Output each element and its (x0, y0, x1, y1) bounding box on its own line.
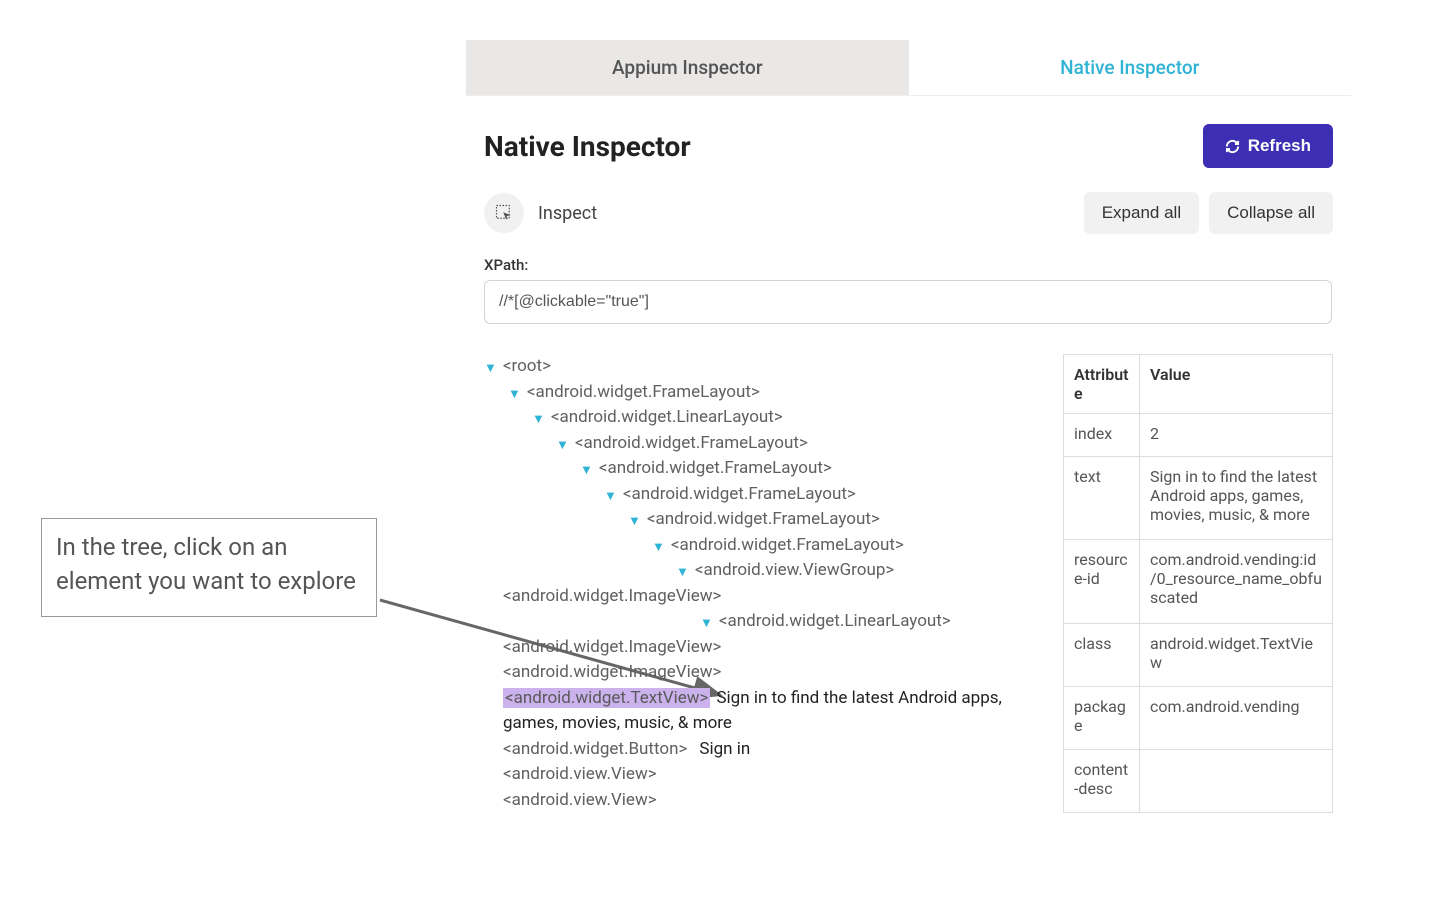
attr-key: index (1064, 414, 1140, 457)
attr-key: resource-id (1064, 540, 1140, 623)
chevron-down-icon: ▼ (628, 512, 641, 532)
inspect-label: Inspect (538, 203, 597, 224)
tree-node[interactable]: <android.view.View> (503, 762, 1023, 788)
tree-node[interactable]: ▼<android.view.ViewGroup> (676, 558, 1023, 584)
page-title: Native Inspector (484, 130, 691, 163)
xpath-input[interactable] (484, 280, 1332, 324)
button-label: Expand all (1102, 203, 1181, 222)
attr-key: content-desc (1064, 749, 1140, 812)
tree-node[interactable]: <android.widget.Button>Sign in (503, 737, 1023, 763)
chevron-down-icon: ▼ (580, 461, 593, 481)
tree-node-selected[interactable]: <android.widget.TextView>Sign in to find… (503, 686, 1023, 737)
xpath-label: XPath: (484, 256, 1333, 274)
attr-key: class (1064, 623, 1140, 686)
inspector-tabs: Appium Inspector Native Inspector (466, 40, 1351, 96)
inspect-button[interactable] (484, 193, 524, 233)
chevron-down-icon: ▼ (700, 614, 713, 634)
attr-value: 2 (1140, 414, 1333, 457)
attr-header-value: Value (1140, 355, 1333, 414)
attr-value: Sign in to find the latest Android apps,… (1140, 456, 1333, 539)
attr-header-key: Attribute (1064, 355, 1140, 414)
tree-node[interactable]: ▼<android.widget.FrameLayout> (628, 507, 1023, 533)
tree-node[interactable]: ▼<android.widget.FrameLayout> (604, 482, 1023, 508)
chevron-down-icon: ▼ (532, 410, 545, 430)
table-row[interactable]: content-desc (1064, 749, 1333, 812)
tab-label: Appium Inspector (612, 56, 763, 79)
tab-native-inspector[interactable]: Native Inspector (909, 40, 1352, 95)
tree-node-root[interactable]: ▼<root> (484, 354, 1023, 380)
tree-node[interactable]: ▼<android.widget.LinearLayout> (700, 609, 1023, 635)
table-row[interactable]: resource-idcom.android.vending:id/0_reso… (1064, 540, 1333, 623)
expand-all-button[interactable]: Expand all (1084, 192, 1199, 234)
tree-node[interactable]: <android.widget.ImageView> (503, 584, 1023, 610)
attr-value: com.android.vending:id/0_resource_name_o… (1140, 540, 1333, 623)
button-label: Collapse all (1227, 203, 1315, 222)
chevron-down-icon: ▼ (652, 538, 665, 558)
chevron-down-icon: ▼ (508, 385, 521, 405)
attr-value: com.android.vending (1140, 686, 1333, 749)
selected-tree-tag: <android.widget.TextView> (503, 688, 710, 708)
tree-node[interactable]: ▼<android.widget.FrameLayout> (508, 380, 1023, 406)
element-tree: ▼<root> ▼<android.widget.FrameLayout> ▼<… (484, 354, 1023, 813)
inspect-icon (495, 204, 513, 222)
refresh-label: Refresh (1248, 136, 1311, 156)
refresh-button[interactable]: Refresh (1203, 124, 1333, 168)
tree-node[interactable]: ▼<android.widget.LinearLayout> (532, 405, 1023, 431)
tree-node[interactable]: ▼<android.widget.FrameLayout> (580, 456, 1023, 482)
tree-node[interactable]: ▼<android.widget.FrameLayout> (652, 533, 1023, 559)
tree-node-text: Sign in (699, 737, 750, 763)
table-row[interactable]: textSign in to find the latest Android a… (1064, 456, 1333, 539)
annotation-text: In the tree, click on an element you wan… (56, 533, 356, 595)
tree-node[interactable]: ▼<android.widget.FrameLayout> (556, 431, 1023, 457)
annotation-callout: In the tree, click on an element you wan… (41, 518, 377, 617)
attr-key: package (1064, 686, 1140, 749)
chevron-down-icon: ▼ (676, 563, 689, 583)
attr-value: android.widget.TextView (1140, 623, 1333, 686)
chevron-down-icon: ▼ (556, 436, 569, 456)
tab-appium-inspector[interactable]: Appium Inspector (466, 40, 909, 95)
collapse-all-button[interactable]: Collapse all (1209, 192, 1333, 234)
tree-node[interactable]: <android.widget.ImageView> (503, 635, 1023, 661)
attr-value (1140, 749, 1333, 812)
attributes-table: Attribute Value index2textSign in to fin… (1063, 354, 1333, 813)
table-row[interactable]: packagecom.android.vending (1064, 686, 1333, 749)
tab-label: Native Inspector (1060, 56, 1199, 79)
table-row[interactable]: index2 (1064, 414, 1333, 457)
tree-node[interactable]: <android.view.View> (503, 788, 1023, 814)
table-row[interactable]: classandroid.widget.TextView (1064, 623, 1333, 686)
chevron-down-icon: ▼ (604, 487, 617, 507)
tree-node[interactable]: <android.widget.ImageView> (503, 660, 1023, 686)
refresh-icon (1225, 139, 1240, 154)
chevron-down-icon: ▼ (484, 359, 497, 379)
attr-key: text (1064, 456, 1140, 539)
